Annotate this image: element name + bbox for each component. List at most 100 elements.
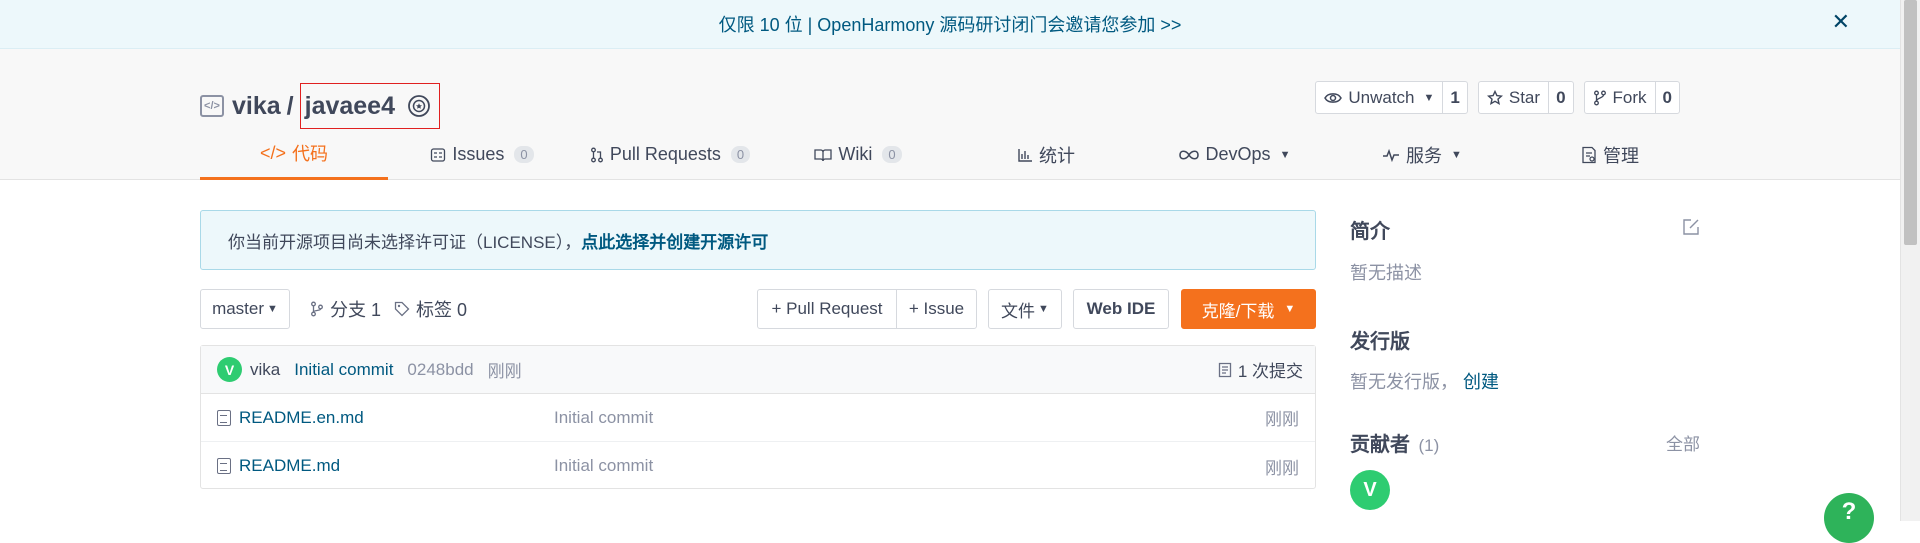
contributors-count: (1) — [1418, 436, 1440, 455]
code-repo-icon: </> — [200, 95, 224, 117]
new-issue-button[interactable]: + Issue — [896, 289, 977, 329]
tab-issues[interactable]: Issues 0 — [388, 129, 576, 180]
tab-wiki[interactable]: Wiki 0 — [764, 129, 952, 180]
repo-name-highlight: javaee4 — [299, 83, 440, 129]
file-menu-label: 文件 — [1001, 301, 1036, 321]
tab-devops[interactable]: DevOps ▼ — [1140, 129, 1328, 180]
tags-count: 标签 0 — [416, 300, 468, 320]
tab-label: 管理 — [1603, 145, 1639, 166]
commit-count-link[interactable]: 1 次提交 — [1218, 357, 1303, 382]
branches-link[interactable]: 分支 1 — [310, 289, 381, 329]
tab-count-badge: 0 — [514, 146, 534, 163]
star-icon — [1486, 89, 1503, 105]
bar-chart-icon — [1018, 148, 1032, 162]
repo-owner-link[interactable]: vika — [232, 92, 281, 121]
file-row[interactable]: README.md Initial commit 刚刚 — [201, 442, 1315, 490]
contributors-all-link[interactable]: 全部 — [1666, 430, 1700, 455]
file-commit-message[interactable]: Initial commit — [554, 456, 653, 476]
file-icon — [217, 458, 231, 474]
file-list: V vika Initial commit 0248bdd 刚刚 1 次提交 R… — [200, 345, 1316, 489]
clone-download-button[interactable]: 克隆/下载 ▼ — [1181, 289, 1316, 329]
pulse-icon — [1383, 148, 1400, 162]
book-icon — [814, 148, 833, 161]
branches-count: 分支 1 — [330, 300, 382, 320]
star-count[interactable]: 0 — [1549, 82, 1572, 113]
commit-author[interactable]: vika — [250, 360, 280, 380]
tab-pull-requests[interactable]: Pull Requests 0 — [576, 129, 764, 180]
file-time: 刚刚 — [1265, 410, 1299, 429]
tags-link[interactable]: 标签 0 — [394, 289, 467, 329]
infinity-icon — [1178, 149, 1199, 160]
award-icon[interactable] — [407, 94, 431, 118]
release-title: 发行版 — [1350, 331, 1410, 353]
unwatch-label: Unwatch — [1348, 87, 1415, 107]
file-icon — [217, 409, 231, 426]
watch-count[interactable]: 1 — [1443, 82, 1466, 113]
close-icon[interactable]: ✕ — [1832, 9, 1850, 35]
commit-history-icon — [1218, 362, 1231, 377]
scrollbar-thumb[interactable] — [1904, 0, 1917, 245]
announcement-banner: 仅限 10 位 | OpenHarmony 源码研讨闭门会邀请您参加 >> ✕ — [0, 0, 1900, 49]
release-text: 暂无发行版， — [1350, 372, 1458, 392]
tab-label: Pull Requests — [609, 144, 721, 164]
tab-code[interactable]: </> 代码 — [200, 129, 388, 180]
fork-button[interactable]: Fork 0 — [1583, 81, 1680, 114]
branch-label: master — [212, 299, 265, 318]
branch-select[interactable]: master ▼ — [200, 289, 290, 329]
file-row[interactable]: README.en.md Initial commit 刚刚 — [201, 394, 1315, 442]
file-commit-message[interactable]: Initial commit — [554, 408, 653, 428]
pull-request-icon — [590, 147, 603, 162]
file-time: 刚刚 — [1265, 458, 1299, 478]
tab-label: Wiki — [838, 144, 873, 164]
commit-message[interactable]: Initial commit — [294, 360, 393, 380]
tab-label: 代码 — [292, 144, 329, 164]
avatar[interactable]: V — [217, 357, 242, 382]
file-name-link[interactable]: README.md — [239, 456, 554, 476]
commit-count: 1 次提交 — [1237, 362, 1303, 381]
contributors-title: 贡献者 — [1350, 434, 1410, 456]
repo-actions: Unwatch ▼ 1 Star 0 Fork 0 — [1315, 81, 1680, 114]
tab-stats[interactable]: 统计 — [952, 129, 1140, 180]
settings-doc-icon — [1582, 146, 1596, 163]
new-pull-request-button[interactable]: + Pull Request — [757, 289, 897, 329]
edit-icon[interactable] — [1682, 218, 1700, 236]
license-notice: 你当前开源项目尚未选择许可证（LICENSE）， 点此选择并创建开源许可 — [200, 210, 1316, 270]
avatar[interactable]: V — [1350, 470, 1390, 510]
repo-sidebar: 简介 暂无描述 发行版 暂无发行版， 创建 贡献者 (1) 全部 V — [1350, 215, 1700, 510]
notice-text: 你当前开源项目尚未选择许可证（LICENSE）， — [228, 232, 582, 252]
tab-manage[interactable]: 管理 — [1516, 129, 1704, 180]
tab-count-badge: 0 — [730, 146, 751, 163]
repo-name-link[interactable]: javaee4 — [305, 92, 395, 121]
repo-toolbar: master ▼ 分支 1 标签 0 + Pull Request + Issu… — [200, 289, 1316, 329]
create-release-link[interactable]: 创建 — [1463, 372, 1499, 392]
chevron-down-icon: ▼ — [1279, 148, 1291, 161]
banner-link[interactable]: 仅限 10 位 | OpenHarmony 源码研讨闭门会邀请您参加 >> — [719, 11, 1182, 37]
help-button[interactable]: ? — [1824, 493, 1874, 543]
file-name-link[interactable]: README.en.md — [239, 408, 554, 428]
fork-count[interactable]: 0 — [1656, 82, 1679, 113]
unwatch-button[interactable]: Unwatch ▼ 1 — [1315, 81, 1468, 114]
star-button[interactable]: Star 0 — [1477, 81, 1574, 114]
tab-services[interactable]: 服务 ▼ — [1328, 129, 1516, 180]
fork-icon — [1593, 90, 1606, 105]
chevron-down-icon: ▼ — [1038, 303, 1049, 315]
branch-icon — [311, 301, 323, 317]
tab-label: DevOps — [1205, 144, 1271, 164]
tab-count-badge: 0 — [882, 146, 902, 163]
commit-hash[interactable]: 0248bdd — [407, 360, 473, 380]
issues-icon — [431, 147, 446, 162]
repo-title: </> vika / javaee4 — [200, 83, 440, 129]
intro-text: 暂无描述 — [1350, 263, 1422, 283]
tag-icon — [394, 301, 410, 317]
chevron-down-icon: ▼ — [1284, 303, 1296, 315]
fork-label: Fork — [1612, 87, 1647, 107]
commit-time: 刚刚 — [487, 362, 522, 381]
repo-header: </> vika / javaee4 Unwatch ▼ 1 Star 0 Fo… — [0, 49, 1900, 180]
scrollbar[interactable] — [1900, 0, 1920, 521]
web-ide-button[interactable]: Web IDE — [1073, 289, 1169, 329]
star-label: Star — [1508, 87, 1541, 107]
tab-label: Issues — [452, 144, 505, 164]
tab-label: 统计 — [1039, 145, 1075, 166]
file-menu-button[interactable]: 文件 ▼ — [988, 289, 1062, 329]
create-license-link[interactable]: 点此选择并创建开源许可 — [581, 228, 768, 253]
